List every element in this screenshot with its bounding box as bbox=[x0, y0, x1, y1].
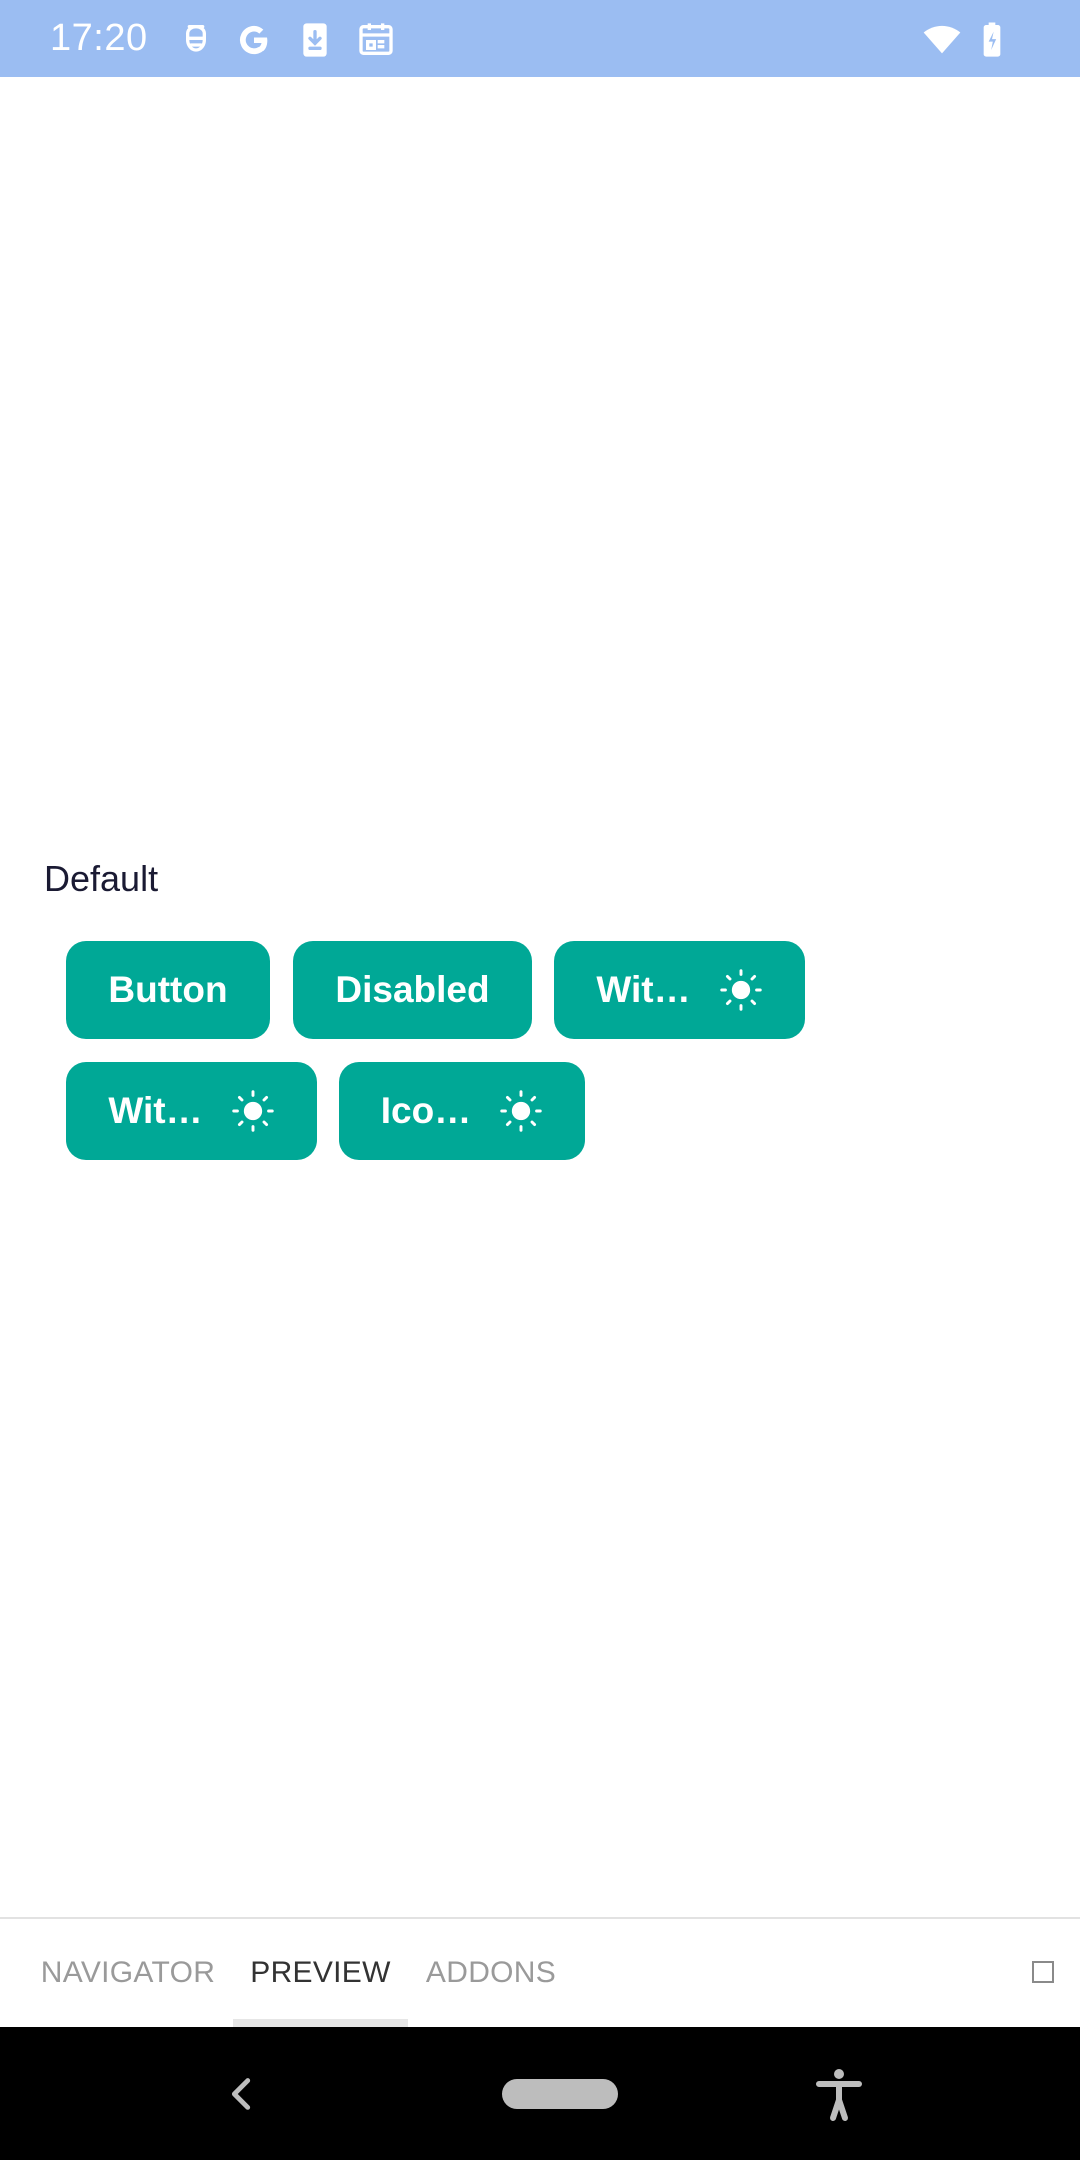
button-disabled[interactable]: Disabled bbox=[293, 941, 532, 1039]
home-pill[interactable] bbox=[502, 2079, 618, 2109]
button-icon[interactable]: Ico… bbox=[339, 1062, 585, 1160]
button-with-icon-1[interactable]: Wit… bbox=[554, 941, 805, 1039]
button-label: Disabled bbox=[335, 969, 490, 1010]
button-label: Wit… bbox=[596, 969, 691, 1010]
tab-addons[interactable]: ADDONS bbox=[425, 1919, 557, 2027]
button-label: Wit… bbox=[108, 1090, 203, 1131]
google-icon bbox=[234, 20, 274, 60]
accessibility-icon[interactable] bbox=[814, 2067, 864, 2123]
back-icon[interactable] bbox=[222, 2071, 262, 2117]
status-time: 17:20 bbox=[50, 17, 148, 59]
download-icon bbox=[295, 20, 335, 60]
button-with-icon-2[interactable]: Wit… bbox=[66, 1062, 317, 1160]
fullscreen-toggle-icon[interactable] bbox=[1032, 1961, 1054, 1983]
tab-navigator[interactable]: NAVIGATOR bbox=[40, 1919, 216, 2027]
preview-canvas: Default Button Disabled Wit… Wit… Ico… bbox=[0, 77, 1080, 1918]
button-default[interactable]: Button bbox=[66, 941, 270, 1039]
button-label: Ico… bbox=[380, 1090, 472, 1131]
calendar-icon bbox=[356, 20, 396, 60]
sun-icon bbox=[499, 1089, 543, 1133]
tab-preview[interactable]: PREVIEW bbox=[233, 1919, 408, 2027]
sun-icon bbox=[719, 968, 763, 1012]
wifi-icon bbox=[922, 20, 962, 60]
sun-icon bbox=[231, 1089, 275, 1133]
tab-label: ADDONS bbox=[425, 1956, 557, 1989]
system-nav-bar bbox=[0, 2027, 1080, 2160]
button-label: Button bbox=[108, 969, 228, 1010]
status-bar: 17:20 bbox=[0, 0, 1080, 77]
tab-label: NAVIGATOR bbox=[40, 1956, 216, 1989]
bottom-tab-bar: NAVIGATOR PREVIEW ADDONS bbox=[0, 1917, 1080, 2027]
section-title: Default bbox=[44, 858, 159, 899]
notification-icon bbox=[176, 20, 216, 60]
tab-label: PREVIEW bbox=[250, 1956, 391, 1989]
battery-charging-icon bbox=[972, 20, 1012, 60]
active-tab-indicator bbox=[233, 2019, 408, 2027]
